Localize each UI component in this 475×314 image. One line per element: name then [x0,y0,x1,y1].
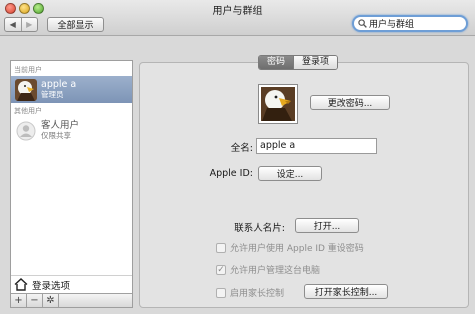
other-users-heading: 其他用户 [14,107,42,115]
user-picture[interactable] [258,84,298,124]
user-list-item-apple-a[interactable]: apple a 管理员 [11,76,132,103]
apple-id-set-button[interactable]: 设定... [258,166,322,181]
full-name-field[interactable]: apple a [256,138,377,154]
parental-controls-checkbox-row[interactable]: 启用家长控制 [216,286,284,299]
window-toolbar: 用户与群组 ◀ ▶ 全部显示 用户与群组 [0,0,475,36]
show-all-button[interactable]: 全部显示 [47,17,104,32]
search-input[interactable]: 用户与群组 [352,15,468,32]
contact-card-label: 联系人名片: [234,223,285,234]
user-name: 客人用户 [41,119,80,131]
eagle-avatar-icon [15,78,37,101]
contact-card-open-button[interactable]: 打开... [295,218,359,233]
apple-id-label: Apple ID: [209,168,253,179]
search-icon [358,19,367,28]
allow-admin-checkbox[interactable]: ✓ [216,264,226,275]
sidebar-button-bar: + − ✲ [11,293,132,307]
allow-reset-checkbox[interactable] [216,242,226,253]
allow-admin-checkbox-row[interactable]: ✓ 允许用户管理这台电脑 [216,263,320,276]
login-options-label: 登录选项 [32,280,71,292]
guest-user-icon [15,119,37,142]
allow-reset-label: 允许用户使用 Apple ID 重设密码 [230,244,364,254]
back-forward-group: ◀ ▶ [4,17,38,32]
add-user-button[interactable]: + [11,294,27,307]
back-icon[interactable]: ◀ [5,18,21,31]
house-icon [14,278,28,291]
tab-login-items[interactable]: 登录项 [293,56,338,69]
full-name-label: 全名: [230,143,253,154]
parental-controls-checkbox[interactable] [216,287,226,298]
current-user-heading: 当前用户 [14,66,42,74]
login-options-item[interactable]: 登录选项 [11,275,132,293]
user-role: 仅限共享 [41,130,71,140]
eagle-icon [261,87,295,121]
tab-password[interactable]: 密码 [259,56,294,69]
open-parental-controls-button[interactable]: 打开家长控制... [304,284,388,299]
forward-icon[interactable]: ▶ [20,18,38,31]
parental-controls-label: 启用家长控制 [230,289,285,299]
user-role: 管理员 [41,89,64,99]
user-name: apple a [41,78,77,90]
change-password-button[interactable]: 更改密码... [310,95,390,110]
tab-bar: 密码 登录项 [258,55,339,70]
remove-user-button[interactable]: − [27,294,43,307]
gear-icon[interactable]: ✲ [43,294,59,307]
user-list-sidebar: 当前用户 apple a 管理员 其他用户 客人用户 仅限共享 登录选项 + −… [10,60,133,308]
allow-admin-label: 允许用户管理这台电脑 [230,266,321,276]
user-list-item-guest[interactable]: 客人用户 仅限共享 [11,117,132,144]
search-value: 用户与群组 [369,20,415,30]
allow-reset-checkbox-row[interactable]: 允许用户使用 Apple ID 重设密码 [216,241,364,254]
